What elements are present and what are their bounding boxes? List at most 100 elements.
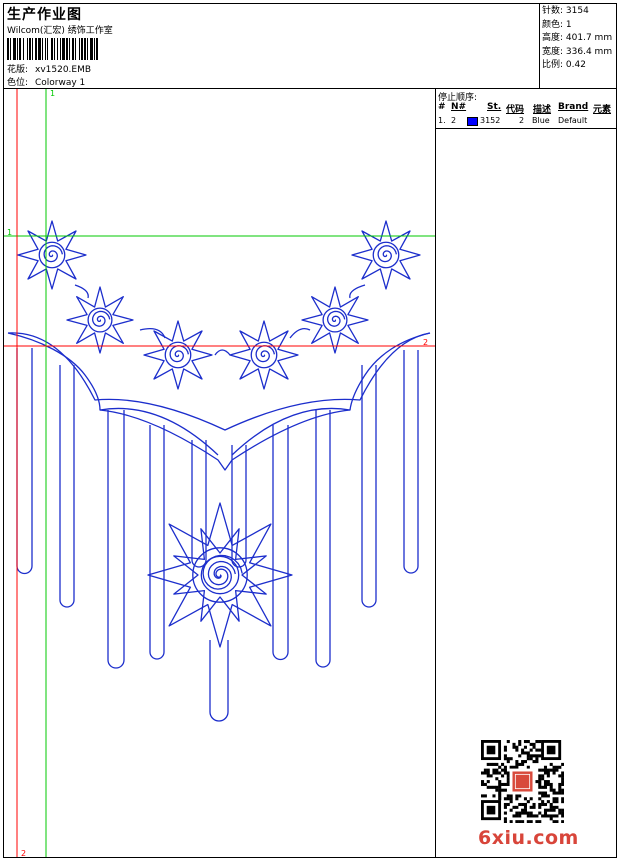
barcode-image: [7, 38, 98, 60]
qr-module: [506, 802, 510, 807]
qr-module: [549, 768, 553, 772]
qr-module: [546, 771, 550, 775]
qr-module: [521, 760, 525, 764]
page-title: 生产作业图: [7, 7, 82, 23]
qr-module: [549, 808, 553, 812]
qr-module: [492, 771, 496, 775]
qr-module: [509, 757, 513, 761]
qr-module: [498, 794, 502, 798]
qr-module: [546, 794, 550, 798]
qr-module: [526, 757, 530, 761]
qr-module: [521, 762, 525, 766]
qr-module: [555, 820, 559, 823]
embroidery-design-canvas: 1 1 2 2: [4, 89, 435, 857]
col-description: 描述: [533, 105, 552, 115]
qr-module: [526, 811, 530, 815]
barcode-bar: [51, 38, 53, 60]
qr-module: [483, 771, 487, 775]
qr-module: [552, 805, 556, 809]
qr-module: [521, 751, 525, 755]
qr-module: [501, 788, 505, 792]
qr-module: [529, 805, 533, 809]
barcode-bar: [42, 38, 43, 60]
barcode-bar: [23, 38, 24, 60]
qr-module: [535, 814, 539, 818]
qr-module: [521, 820, 525, 823]
color-swatch: [467, 117, 478, 126]
qr-module: [529, 757, 533, 761]
qr-module: [495, 768, 499, 772]
barcode-bar: [7, 38, 9, 60]
qr-module: [538, 740, 542, 744]
qr-module: [546, 800, 550, 804]
qr-module: [529, 811, 533, 815]
qr-module: [546, 808, 550, 812]
qr-module: [501, 762, 505, 766]
colors-row: 颜色: 1: [542, 19, 612, 33]
qr-module: [549, 785, 553, 789]
qr-module: [506, 740, 510, 744]
qr-module: [552, 800, 556, 804]
qr-module: [503, 788, 507, 792]
pendant-stem: [209, 640, 229, 722]
qr-module: [552, 791, 556, 795]
width-label: 宽度:: [542, 46, 564, 57]
qr-module: [561, 771, 564, 775]
qr-module: [549, 762, 553, 766]
qr-module: [523, 751, 527, 755]
barcode-bar: [13, 38, 16, 60]
qr-module: [498, 771, 502, 775]
qr-module: [483, 782, 487, 786]
qr-module: [518, 794, 522, 798]
qr-module: [486, 762, 490, 766]
barcode-bar: [60, 38, 61, 60]
qr-module: [526, 765, 530, 769]
qr-module: [552, 765, 556, 769]
barcode-bar: [19, 38, 21, 60]
qr-module: [481, 771, 485, 775]
qr-module: [549, 805, 553, 809]
qr-module: [535, 740, 539, 744]
qr-module: [538, 805, 542, 809]
qr-module: [495, 777, 499, 781]
qr-module: [503, 748, 507, 752]
qr-module: [515, 805, 519, 809]
qr-module: [501, 782, 505, 786]
col-stitches: St.: [487, 102, 502, 112]
flower-1-spiral: [43, 245, 64, 263]
colors-value: 1: [565, 19, 572, 30]
qr-module: [558, 765, 562, 769]
qr-module: [526, 814, 530, 818]
qr-module: [515, 745, 519, 749]
fringe-strip: [272, 425, 289, 661]
qr-module: [546, 774, 550, 778]
qr-module: [492, 785, 496, 789]
qr-module: [506, 794, 510, 798]
qr-module: [561, 788, 564, 792]
qr-module: [518, 754, 522, 758]
qr-module: [546, 780, 550, 784]
qr-module: [532, 760, 536, 764]
qr-module: [498, 797, 502, 801]
qr-module: [543, 768, 548, 772]
barcode-bar: [29, 38, 31, 60]
qr-module: [558, 788, 562, 792]
qr-module: [541, 791, 545, 795]
qr-module: [538, 797, 542, 801]
fringe-strip: [315, 410, 331, 668]
qr-module: [523, 805, 527, 809]
barcode-bar: [72, 38, 74, 60]
qr-module: [503, 782, 507, 786]
flower-4-spiral: [255, 345, 276, 363]
qr-module: [526, 754, 530, 758]
qr-module: [518, 762, 522, 766]
qr-module: [503, 797, 507, 801]
qr-module: [515, 820, 519, 823]
qr-module: [526, 800, 530, 804]
barcode-bar: [90, 38, 93, 60]
qr-module: [515, 811, 519, 815]
qr-module: [561, 811, 564, 815]
qr-module: [521, 808, 525, 812]
qr-module: [541, 777, 545, 781]
qr-module: [543, 780, 548, 784]
